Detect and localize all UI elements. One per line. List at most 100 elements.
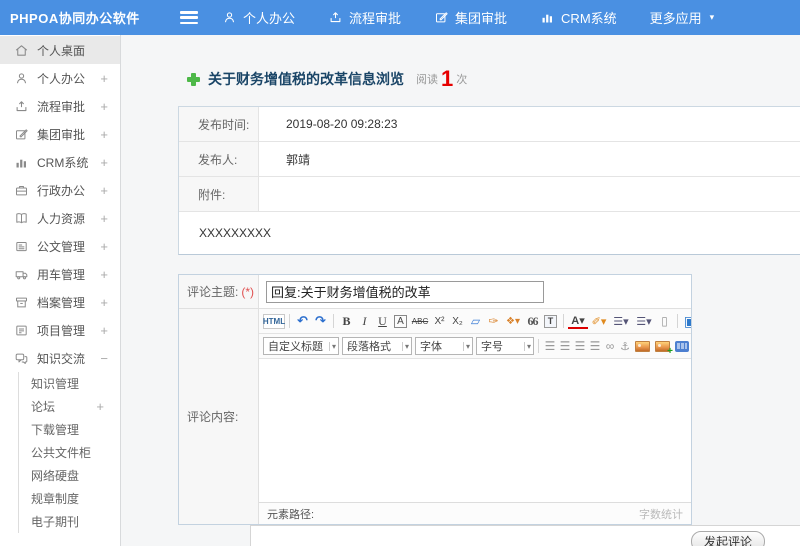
strikethrough-icon[interactable]: ABC xyxy=(410,312,430,330)
sidebar-item-official-docs[interactable]: 公文管理 + xyxy=(0,232,120,260)
sidebar-item-knowledge[interactable]: 知识交流 − xyxy=(0,344,120,372)
editor-toolbar-selects: 自定义标题 ▾ 段落格式 ▾ 字体 ▾ 字号 ▾ xyxy=(263,337,534,355)
font-color-icon[interactable]: A▾ xyxy=(568,314,588,329)
expand-toggle-icon[interactable]: + xyxy=(100,211,108,226)
top-header: PHPOA协同办公软件 个人办公 流程审批 集团审批 CRM系统 更多应用 ▾ xyxy=(0,0,800,35)
sub-item-rules[interactable]: 规章制度 xyxy=(19,487,120,510)
separator[interactable] xyxy=(538,339,539,353)
comment-subject-input[interactable] xyxy=(266,280,544,303)
align-center-icon[interactable]: ☰ xyxy=(558,337,572,355)
align-right-icon[interactable]: ☰ xyxy=(573,337,587,355)
word-count-label[interactable]: 字数统计 xyxy=(639,506,683,522)
insert-image-add-icon[interactable] xyxy=(655,340,673,357)
required-mark: (*) xyxy=(241,284,255,299)
nav-workflow-approval[interactable]: 流程审批 xyxy=(328,8,409,27)
element-path-label: 元素路径: xyxy=(267,508,315,521)
separator[interactable] xyxy=(563,314,564,328)
format-brush-icon[interactable]: ✑ xyxy=(485,312,502,330)
ordered-list-icon[interactable]: ☰▾ xyxy=(610,312,632,330)
style-dropdown-icon[interactable]: ❖▾ xyxy=(503,312,523,330)
article-info-rows: 发布时间: 2019-08-20 09:28:23 发布人: 郭靖 附件: xyxy=(179,107,800,212)
expand-toggle-icon[interactable]: + xyxy=(100,71,108,86)
sub-item-e-journal[interactable]: 电子期刊 xyxy=(19,510,120,533)
highlight-icon[interactable]: ✐▾ xyxy=(589,312,609,330)
paste-text-icon[interactable]: T xyxy=(544,314,557,328)
undo-icon[interactable]: ↶ xyxy=(294,312,311,330)
info-row-label: 附件: xyxy=(179,177,259,211)
sidebar-item-label: 公文管理 xyxy=(37,239,86,254)
sub-item-network-drive[interactable]: 网络硬盘 xyxy=(19,464,120,487)
sidebar-item-personal-desktop[interactable]: 个人桌面 xyxy=(0,36,120,64)
editor-body[interactable] xyxy=(259,359,691,502)
sub-item-forum[interactable]: 论坛 + xyxy=(19,395,120,418)
expand-toggle-icon[interactable]: + xyxy=(100,323,108,338)
eraser-icon[interactable]: ▱ xyxy=(467,312,484,330)
sidebar-item-projects[interactable]: 项目管理 + xyxy=(0,316,120,344)
nav-personal-office[interactable]: 个人办公 xyxy=(222,8,303,27)
sidebar-item-workflow-approval[interactable]: 流程审批 + xyxy=(0,92,120,120)
sidebar-item-vehicle[interactable]: 用车管理 + xyxy=(0,260,120,288)
sidebar-item-label: 用车管理 xyxy=(37,267,86,282)
editor-toolbar-row2: 自定义标题 ▾ 段落格式 ▾ 字体 ▾ 字号 ▾ ☰ ☰ ☰ ☰ ∞ ⚓ + xyxy=(259,334,691,359)
read-unit: 次 xyxy=(456,74,468,86)
app-window: PHPOA协同办公软件 个人办公 流程审批 集团审批 CRM系统 更多应用 ▾ … xyxy=(0,0,800,546)
separator[interactable] xyxy=(333,314,334,328)
article-title-row: 关于财务增值税的改革信息浏览 阅读 1 次 xyxy=(187,68,800,90)
italic-icon[interactable]: I xyxy=(356,312,373,330)
menu-toggle-icon[interactable] xyxy=(180,11,198,24)
unordered-list-icon[interactable]: ☰▾ xyxy=(633,312,655,330)
font-family-select[interactable]: 字体 ▾ xyxy=(415,337,473,355)
expand-toggle-icon[interactable]: + xyxy=(100,127,108,142)
sidebar-item-archives[interactable]: 档案管理 + xyxy=(0,288,120,316)
anchor-icon[interactable]: ⚓ xyxy=(618,337,632,355)
font-size-select[interactable]: 字号 ▾ xyxy=(476,337,534,355)
custom-title-select[interactable]: 自定义标题 ▾ xyxy=(263,337,339,355)
insert-video-icon[interactable] xyxy=(675,340,689,352)
expand-toggle-icon[interactable]: − xyxy=(100,351,108,366)
paragraph-format-select[interactable]: 段落格式 ▾ xyxy=(342,337,412,355)
nav-more-apps[interactable]: 更多应用 ▾ xyxy=(650,8,715,27)
editor-toolbar-icons: ☰ ☰ ☰ ☰ ∞ ⚓ + xyxy=(535,337,691,357)
info-row-value: 郭靖 xyxy=(286,152,311,167)
link-icon[interactable]: ∞ xyxy=(603,337,617,355)
expand-toggle-icon[interactable]: + xyxy=(100,99,108,114)
sub-item-downloads[interactable]: 下载管理 xyxy=(19,418,120,441)
briefcase-icon xyxy=(14,183,29,198)
insert-image-icon[interactable] xyxy=(635,340,650,352)
sidebar-item-crm[interactable]: CRM系统 + xyxy=(0,148,120,176)
text-border-icon[interactable]: A xyxy=(394,314,407,328)
separator[interactable] xyxy=(289,314,290,328)
article-info-table: 发布时间: 2019-08-20 09:28:23 发布人: 郭靖 附件: XX… xyxy=(178,106,800,255)
expand-toggle-icon[interactable]: + xyxy=(100,155,108,170)
superscript-icon[interactable]: X² xyxy=(431,312,448,330)
align-left-icon[interactable]: ☰ xyxy=(543,337,557,355)
info-row-label: 发布时间: xyxy=(179,107,259,141)
sidebar-item-admin-office[interactable]: 行政办公 + xyxy=(0,176,120,204)
sub-item-label: 公共文件柜 xyxy=(31,446,92,460)
source-code-button[interactable]: HTML xyxy=(263,313,285,329)
nav-crm[interactable]: CRM系统 xyxy=(540,8,625,27)
expand-toggle-icon[interactable]: + xyxy=(100,183,108,198)
expand-toggle-icon[interactable]: + xyxy=(100,239,108,254)
sidebar-item-personal-office[interactable]: 个人办公 + xyxy=(0,64,120,92)
underline-icon[interactable]: U xyxy=(374,312,391,330)
expand-toggle-icon[interactable]: + xyxy=(96,399,104,414)
blockquote-icon[interactable]: 66 xyxy=(524,312,541,330)
expand-toggle-icon[interactable]: + xyxy=(100,267,108,282)
sidebar-item-group-approval[interactable]: 集团审批 + xyxy=(0,120,120,148)
subscript-icon[interactable]: X₂ xyxy=(449,312,466,330)
archive-icon xyxy=(14,295,29,310)
fullscreen-icon[interactable]: ▣ xyxy=(682,312,691,330)
redo-icon[interactable]: ↷ xyxy=(312,312,329,330)
submit-comment-button[interactable]: 发起评论 xyxy=(690,531,765,546)
expand-toggle-icon[interactable]: + xyxy=(100,295,108,310)
select-value: 字体 xyxy=(420,341,442,353)
nav-group-approval[interactable]: 集团审批 xyxy=(434,8,515,27)
sidebar-item-hr[interactable]: 人力资源 + xyxy=(0,204,120,232)
sub-item-knowledge-mgmt[interactable]: 知识管理 xyxy=(19,372,120,395)
align-justify-icon[interactable]: ☰ xyxy=(588,337,602,355)
separator[interactable] xyxy=(677,314,678,328)
sub-item-public-cabinet[interactable]: 公共文件柜 xyxy=(19,441,120,464)
new-page-icon[interactable]: ▯ xyxy=(656,312,673,330)
bold-icon[interactable]: B xyxy=(338,312,355,330)
